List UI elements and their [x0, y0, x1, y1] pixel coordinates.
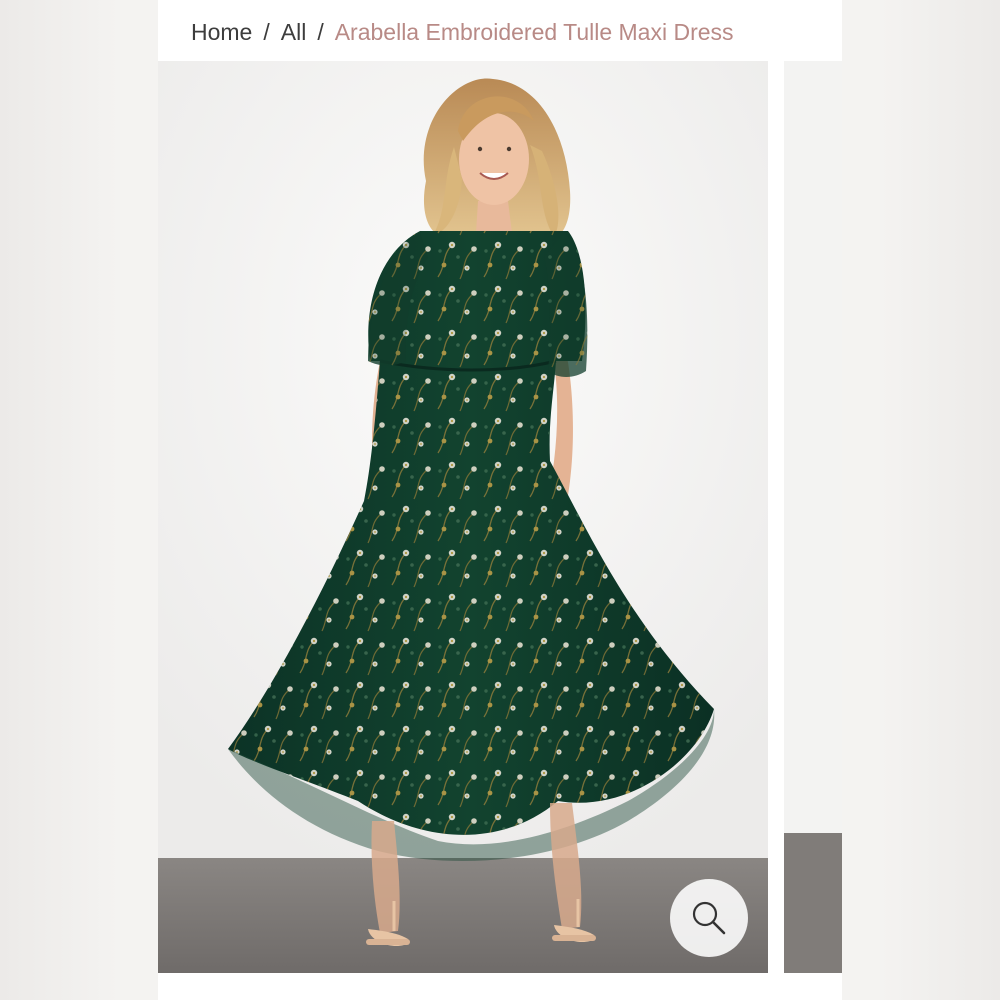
- breadcrumb-current-page: Arabella Embroidered Tulle Maxi Dress: [334, 18, 734, 45]
- breadcrumb-separator: /: [263, 18, 270, 45]
- product-main-image[interactable]: [158, 61, 768, 973]
- breadcrumb-all-link[interactable]: All: [281, 19, 307, 46]
- breadcrumb: Home / All / Arabella Embroidered Tulle …: [191, 14, 734, 50]
- breadcrumb-home-link[interactable]: Home: [191, 19, 252, 46]
- product-next-image-preview[interactable]: [784, 61, 842, 973]
- zoom-button[interactable]: [670, 879, 748, 957]
- model-photo: [158, 61, 768, 973]
- magnifier-icon: [692, 901, 726, 935]
- breadcrumb-separator: /: [317, 18, 324, 45]
- next-photo-thumbnail: [784, 61, 842, 973]
